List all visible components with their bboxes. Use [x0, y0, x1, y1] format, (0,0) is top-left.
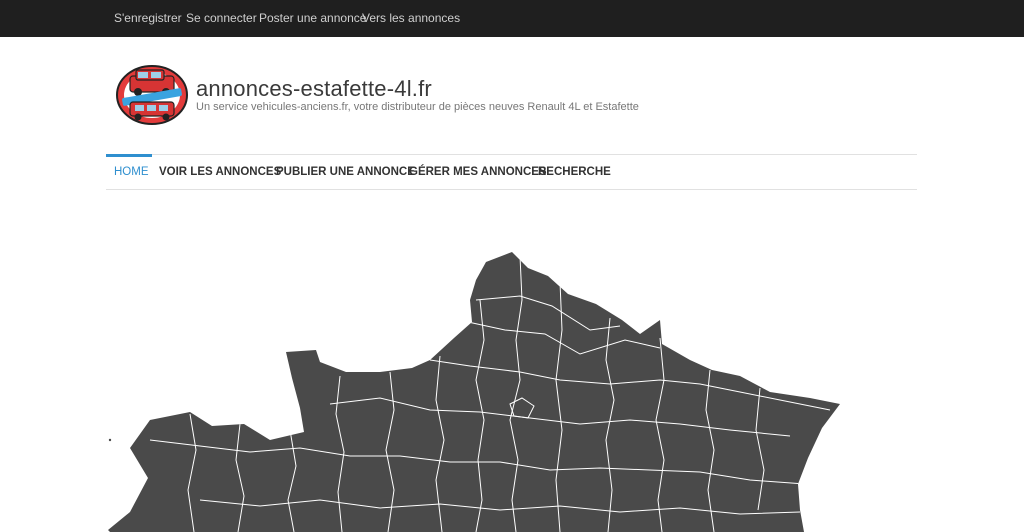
main-nav: Home Voir les annonces Publier une annon… — [106, 154, 917, 190]
site-title[interactable]: annonces-estafette-4l.fr — [196, 76, 432, 102]
car-logo-icon[interactable] — [116, 64, 188, 126]
post-ad-link[interactable]: Poster une annonce — [259, 11, 366, 25]
site-tagline: Un service vehicules-anciens.fr, votre d… — [196, 101, 639, 113]
active-tab-indicator — [106, 154, 152, 157]
nav-publish-ad[interactable]: Publier une annonce — [276, 166, 415, 178]
france-regions-map[interactable] — [0, 200, 1024, 532]
nav-view-ads[interactable]: Voir les annonces — [159, 166, 281, 178]
view-ads-link[interactable]: Vers les annonces — [362, 11, 460, 25]
top-bar: S'enregistrer Se connecter Poster une an… — [0, 0, 1024, 37]
island-dot — [108, 438, 112, 442]
login-link[interactable]: Se connecter — [186, 11, 257, 25]
nav-manage-ads[interactable]: Gérer mes annonces — [409, 166, 547, 178]
register-link[interactable]: S'enregistrer — [114, 11, 182, 25]
map-landmass — [108, 252, 840, 532]
nav-home[interactable]: Home — [114, 166, 149, 178]
nav-search[interactable]: Recherche — [538, 166, 611, 178]
